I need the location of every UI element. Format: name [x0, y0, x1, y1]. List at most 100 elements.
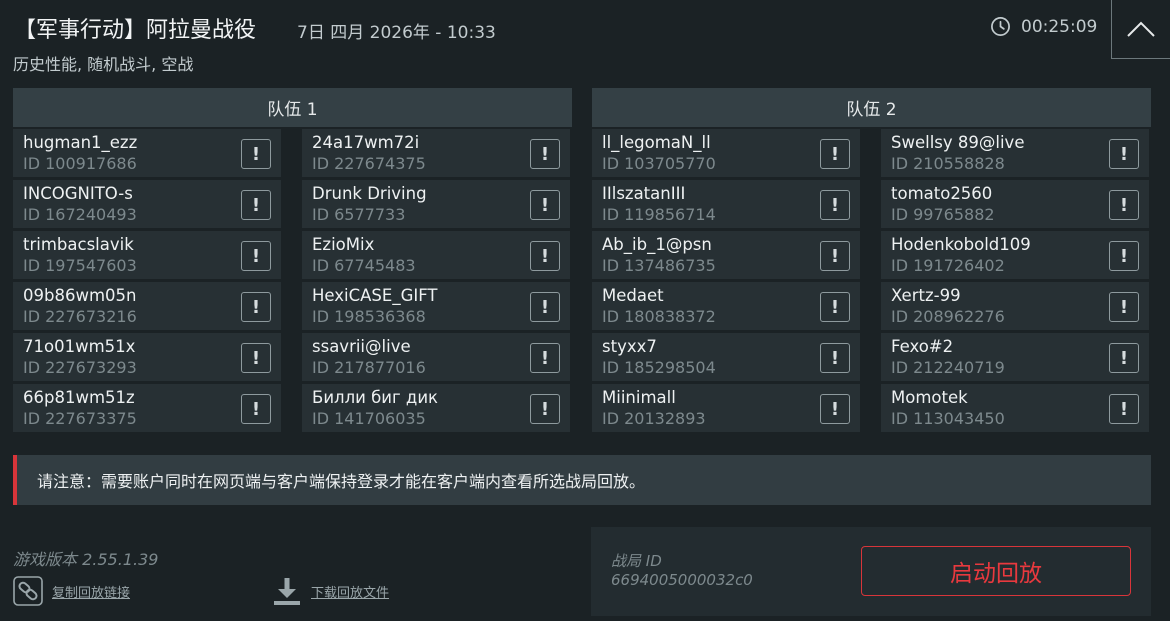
battle-id-label: 战局 ID — [611, 552, 662, 570]
login-notice: 请注意：需要账户同时在网页端与客户端保持登录才能在客户端内查看所选战局回放。 — [13, 455, 1151, 505]
report-player-button[interactable]: ! — [1109, 139, 1139, 169]
report-player-button[interactable]: ! — [1109, 190, 1139, 220]
player-card: Miinimall ID 20132893! — [592, 384, 860, 432]
player-name: Билли биг дик — [312, 388, 439, 407]
player-id: ID 197547603 — [23, 256, 137, 275]
player-name: 66p81wm51z — [23, 388, 135, 407]
player-id: ID 185298504 — [602, 358, 716, 377]
player-id: ID 217877016 — [312, 358, 426, 377]
report-player-button[interactable]: ! — [530, 394, 560, 424]
link-icon — [13, 576, 43, 606]
game-version: 游戏版本 2.55.1.39 — [13, 550, 159, 569]
report-player-button[interactable]: ! — [820, 190, 850, 220]
report-player-button[interactable]: ! — [530, 190, 560, 220]
player-name: Ab_ib_1@psn — [602, 235, 712, 254]
report-player-button[interactable]: ! — [1109, 292, 1139, 322]
player-name: 09b86wm05n — [23, 286, 137, 305]
copy-link-label[interactable]: 复制回放链接 — [52, 582, 130, 601]
player-card: hugman1_ezz ID 100917686! — [13, 129, 281, 177]
copy-replay-link[interactable]: 复制回放链接 — [13, 576, 130, 606]
player-id: ID 137486735 — [602, 256, 716, 275]
collapse-button[interactable] — [1111, 0, 1170, 59]
player-id: ID 198536368 — [312, 307, 426, 326]
player-name: INCOGNITO-s — [23, 184, 133, 203]
report-player-button[interactable]: ! — [820, 343, 850, 373]
player-card: Momotek ID 113043450! — [881, 384, 1149, 432]
player-name: IIlszatanIII — [602, 184, 686, 203]
player-id: ID 227674375 — [312, 154, 426, 173]
player-id: ID 227673293 — [23, 358, 137, 377]
report-player-button[interactable]: ! — [241, 190, 271, 220]
player-name: Swellsy 89@live — [891, 133, 1025, 152]
player-id: ID 119856714 — [602, 205, 716, 224]
player-name: Hodenkobold109 — [891, 235, 1031, 254]
download-replay[interactable]: 下载回放文件 — [272, 576, 389, 606]
player-card: Xertz-99 ID 208962276! — [881, 282, 1149, 330]
player-card: Билли биг дик ID 141706035! — [302, 384, 570, 432]
report-player-button[interactable]: ! — [530, 241, 560, 271]
player-card: 09b86wm05n ID 227673216! — [13, 282, 281, 330]
chevron-up-icon — [1127, 21, 1155, 37]
report-player-button[interactable]: ! — [820, 292, 850, 322]
player-card: Swellsy 89@live ID 210558828! — [881, 129, 1149, 177]
report-player-button[interactable]: ! — [241, 241, 271, 271]
report-player-button[interactable]: ! — [1109, 241, 1139, 271]
battle-id-value: 6694005000032c0 — [611, 571, 753, 589]
player-card: IIlszatanIII ID 119856714! — [592, 180, 860, 228]
download-icon — [274, 578, 300, 605]
player-name: 24a17wm72i — [312, 133, 420, 152]
player-card: EzioMix ID 67745483! — [302, 231, 570, 279]
report-player-button[interactable]: ! — [530, 343, 560, 373]
report-player-button[interactable]: ! — [1109, 394, 1139, 424]
player-id: ID 99765882 — [891, 205, 995, 224]
player-card: styxx7 ID 185298504! — [592, 333, 860, 381]
player-name: EzioMix — [312, 235, 375, 254]
battle-duration: 00:25:09 — [990, 16, 1097, 37]
download-label[interactable]: 下载回放文件 — [311, 582, 389, 601]
player-card: ssavrii@live ID 217877016! — [302, 333, 570, 381]
player-name: ll_legomaN_ll — [602, 133, 711, 152]
player-name: Fexo#2 — [891, 337, 954, 356]
player-card: ll_legomaN_ll ID 103705770! — [592, 129, 860, 177]
player-card: tomato2560 ID 99765882! — [881, 180, 1149, 228]
report-player-button[interactable]: ! — [820, 241, 850, 271]
player-id: ID 227673375 — [23, 409, 137, 428]
report-player-button[interactable]: ! — [241, 139, 271, 169]
report-player-button[interactable]: ! — [530, 139, 560, 169]
player-name: trimbacslavik — [23, 235, 134, 254]
player-id: ID 167240493 — [23, 205, 137, 224]
battle-datetime: 7日 四月 2026年 - 10:33 — [297, 23, 496, 43]
clock-icon — [991, 17, 1010, 36]
player-id: ID 212240719 — [891, 358, 1005, 377]
report-player-button[interactable]: ! — [820, 394, 850, 424]
player-name: 71o01wm51x — [23, 337, 136, 356]
report-player-button[interactable]: ! — [530, 292, 560, 322]
player-card: trimbacslavik ID 197547603! — [13, 231, 281, 279]
player-id: ID 103705770 — [602, 154, 716, 173]
launch-replay-button[interactable]: 启动回放 — [861, 546, 1131, 596]
report-player-button[interactable]: ! — [241, 394, 271, 424]
player-card: Drunk Driving ID 6577733! — [302, 180, 570, 228]
duration-value: 00:25:09 — [1021, 16, 1098, 37]
player-name: tomato2560 — [891, 184, 993, 203]
notice-text: 请注意：需要账户同时在网页端与客户端保持登录才能在客户端内查看所选战局回放。 — [37, 472, 646, 491]
report-player-button[interactable]: ! — [1109, 343, 1139, 373]
report-player-button[interactable]: ! — [241, 292, 271, 322]
battle-mode: 历史性能, 随机战斗, 空战 — [13, 55, 194, 74]
player-card: 24a17wm72i ID 227674375! — [302, 129, 570, 177]
player-card: HexiCASE_GIFT ID 198536368! — [302, 282, 570, 330]
replay-panel: 战局 ID 6694005000032c0 启动回放 — [591, 527, 1151, 616]
player-name: styxx7 — [602, 337, 657, 356]
player-card: Ab_ib_1@psn ID 137486735! — [592, 231, 860, 279]
player-id: ID 6577733 — [312, 205, 406, 224]
player-id: ID 208962276 — [891, 307, 1005, 326]
report-player-button[interactable]: ! — [820, 139, 850, 169]
player-name: HexiCASE_GIFT — [312, 286, 438, 305]
player-card: Hodenkobold109 ID 191726402! — [881, 231, 1149, 279]
team-1-header: 队伍 1 — [13, 88, 572, 127]
player-card: INCOGNITO-s ID 167240493! — [13, 180, 281, 228]
player-card: 66p81wm51z ID 227673375! — [13, 384, 281, 432]
player-id: ID 191726402 — [891, 256, 1005, 275]
report-player-button[interactable]: ! — [241, 343, 271, 373]
player-card: Fexo#2 ID 212240719! — [881, 333, 1149, 381]
